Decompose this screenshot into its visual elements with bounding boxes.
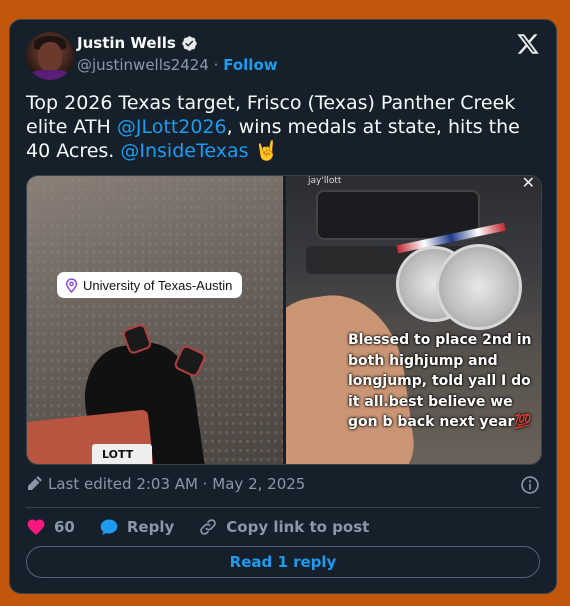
handle-separator: · xyxy=(213,56,219,74)
avatar-shirt xyxy=(28,70,72,80)
photo-name-tag-text: LOTT xyxy=(102,448,134,461)
x-logo-icon[interactable] xyxy=(516,32,540,56)
action-bar: 60 Reply Copy link to post xyxy=(26,516,393,538)
tweet-emoji: 🤘 xyxy=(248,140,279,162)
photo-medals-story[interactable]: jay'llott ✕ Blessed to place 2nd in both… xyxy=(286,176,541,464)
tweet-card: Justin Wells @justinwells2424 · Follow T… xyxy=(9,19,557,594)
copy-link-button[interactable]: Copy link to post xyxy=(198,517,369,537)
location-tag[interactable]: University of Texas-Austin xyxy=(57,272,243,298)
story-close-icon: ✕ xyxy=(521,176,535,192)
story-username: jay'llott xyxy=(308,176,342,186)
like-button[interactable]: 60 xyxy=(26,517,75,537)
verified-icon xyxy=(182,35,197,51)
pencil-icon xyxy=(28,476,42,490)
media-grid[interactable]: LOTT University of Texas-Austin jay'llot… xyxy=(26,175,542,465)
copy-link-label: Copy link to post xyxy=(226,518,370,536)
avatar-face xyxy=(38,42,62,72)
info-icon[interactable] xyxy=(520,475,540,495)
like-count: 60 xyxy=(54,518,75,536)
reply-button[interactable]: Reply xyxy=(99,517,174,537)
link-icon xyxy=(200,519,217,535)
reply-label: Reply xyxy=(126,518,175,536)
tweet-text: Top 2026 Texas target, Frisco (Texas) Pa… xyxy=(26,91,546,163)
mention-link-jlott[interactable]: @JLott2026 xyxy=(117,116,227,138)
read-replies-label: Read 1 reply xyxy=(229,553,337,571)
photo-name-tag: LOTT xyxy=(92,444,152,464)
reply-bubble-icon xyxy=(100,519,118,535)
location-pin-icon xyxy=(65,277,78,293)
follow-button[interactable]: Follow xyxy=(223,56,277,74)
edited-timestamp[interactable]: Last edited 2:03 AM · May 2, 2025 xyxy=(48,475,305,493)
author-name-row: Justin Wells xyxy=(77,34,198,52)
author-handle[interactable]: @justinwells2424 xyxy=(77,56,209,74)
story-caption: Blessed to place 2nd in both highjump an… xyxy=(348,332,532,430)
photo-medal xyxy=(436,244,522,330)
divider xyxy=(26,507,540,508)
author-name[interactable]: Justin Wells xyxy=(77,34,176,52)
photo-campus-floor[interactable]: LOTT University of Texas-Austin xyxy=(27,176,283,464)
location-tag-label: University of Texas-Austin xyxy=(83,277,233,293)
heart-icon xyxy=(27,519,45,535)
author-handle-row: @justinwells2424 · Follow xyxy=(77,56,278,74)
author-avatar[interactable] xyxy=(26,32,74,80)
mention-link-insidetexas[interactable]: @InsideTexas xyxy=(120,140,248,162)
edit-timestamp-row: Last edited 2:03 AM · May 2, 2025 xyxy=(26,475,305,493)
read-replies-button[interactable]: Read 1 reply xyxy=(26,546,540,578)
